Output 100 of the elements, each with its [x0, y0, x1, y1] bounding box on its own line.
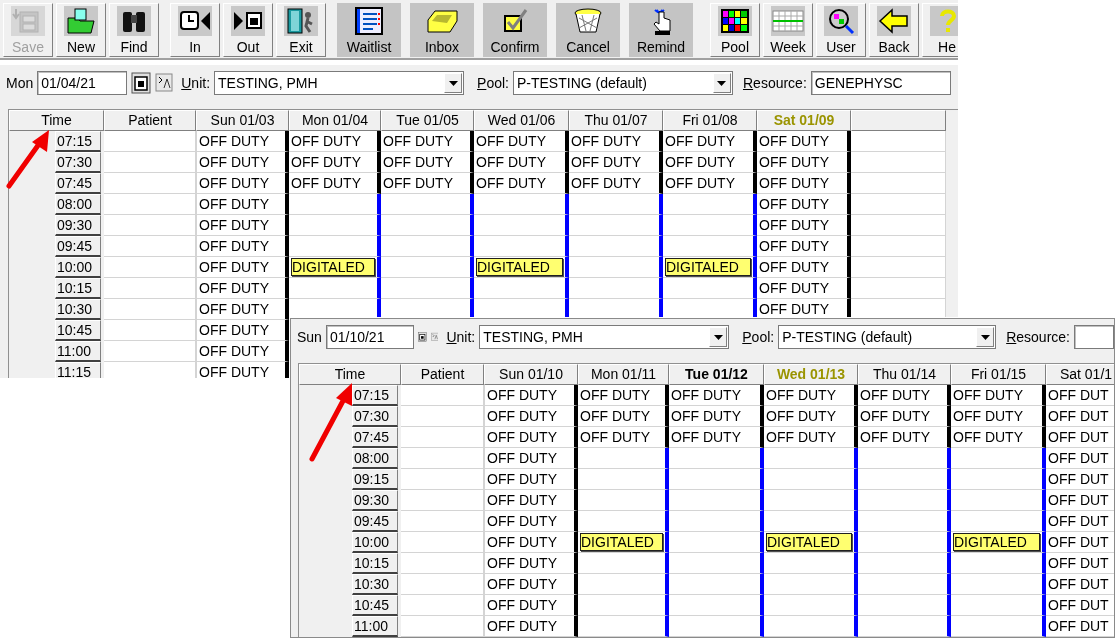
table-cell[interactable] [578, 448, 669, 469]
table-cell[interactable]: OFF DUTY [578, 385, 669, 406]
day-column-header[interactable]: Mon 01/11 [578, 364, 669, 385]
table-cell[interactable] [951, 448, 1046, 469]
table-cell[interactable] [663, 236, 757, 257]
time-label[interactable]: 10:15 [55, 278, 101, 299]
table-cell[interactable]: OFF DUTY [757, 131, 851, 152]
day-column-header[interactable]: Tue 01/05 [381, 110, 474, 131]
time-label[interactable]: 10:30 [55, 299, 101, 320]
table-cell[interactable]: OFF DUTY [196, 152, 289, 173]
patient-cell[interactable] [401, 595, 484, 616]
table-cell[interactable]: OFF DUT [1046, 406, 1114, 427]
table-cell[interactable] [858, 469, 951, 490]
table-cell[interactable] [569, 236, 663, 257]
patient-cell[interactable] [104, 278, 196, 299]
time-label[interactable]: 07:45 [55, 173, 101, 194]
time-label[interactable]: 08:00 [55, 194, 101, 215]
table-cell[interactable]: OFF DUTY [474, 152, 569, 173]
time-label[interactable]: 10:45 [352, 595, 398, 616]
time-label[interactable]: 11:00 [55, 341, 101, 362]
table-cell[interactable] [858, 532, 951, 553]
toolbar-button[interactable]: He [922, 3, 958, 57]
time-label[interactable]: 07:15 [352, 385, 398, 406]
table-cell[interactable] [474, 215, 569, 236]
table-cell[interactable] [289, 215, 381, 236]
table-cell[interactable]: OFF DUTY [484, 448, 578, 469]
toolbar-button[interactable]: Inbox [410, 3, 474, 57]
unit-dropdown[interactable]: TESTING, PMH [479, 325, 730, 349]
table-cell[interactable] [578, 574, 669, 595]
time-label[interactable]: 09:15 [352, 469, 398, 490]
appointment-block[interactable]: DIGITALED [766, 533, 852, 551]
table-cell[interactable]: OFF DUT [1046, 511, 1114, 532]
day-column-header[interactable]: Fri 01/15 [951, 364, 1046, 385]
patient-cell[interactable] [401, 532, 484, 553]
time-label[interactable]: 08:00 [352, 448, 398, 469]
table-cell[interactable]: OFF DUTY [484, 490, 578, 511]
table-cell[interactable] [381, 236, 474, 257]
table-cell[interactable]: OFF DUTY [858, 406, 951, 427]
table-cell[interactable]: OFF DUT [1046, 595, 1114, 616]
table-cell[interactable]: OFF DUTY [474, 131, 569, 152]
table-cell[interactable]: OFF DUTY [858, 385, 951, 406]
table-cell[interactable]: OFF DUTY [951, 427, 1046, 448]
table-cell[interactable] [578, 616, 669, 637]
day-column-header[interactable]: Wed 01/06 [474, 110, 569, 131]
patient-cell[interactable] [104, 131, 196, 152]
table-cell[interactable]: OFF DUTY [757, 236, 851, 257]
table-cell[interactable]: OFF DUT [1046, 427, 1114, 448]
table-cell[interactable] [951, 595, 1046, 616]
table-cell[interactable]: OFF DUTY [663, 173, 757, 194]
patient-cell[interactable] [104, 173, 196, 194]
table-cell[interactable] [951, 490, 1046, 511]
patient-cell[interactable] [104, 194, 196, 215]
time-label[interactable]: 07:30 [55, 152, 101, 173]
toolbar-button[interactable]: New [56, 3, 106, 57]
table-cell[interactable]: OFF DUTY [289, 131, 381, 152]
table-cell[interactable]: OFF DUTY [757, 152, 851, 173]
table-cell[interactable] [381, 194, 474, 215]
table-cell[interactable]: OFF DUTY [484, 574, 578, 595]
table-cell[interactable]: OFF DUTY [569, 173, 663, 194]
table-cell[interactable] [474, 194, 569, 215]
table-cell[interactable] [578, 511, 669, 532]
day-column-header[interactable]: Tue 01/12 [669, 364, 764, 385]
day-column-header[interactable]: Sun 01/03 [196, 110, 289, 131]
table-cell[interactable] [289, 236, 381, 257]
toolbar-button[interactable]: Remind [629, 3, 693, 57]
patient-cell[interactable] [401, 574, 484, 595]
date-field[interactable]: 01/10/21 [325, 325, 414, 349]
time-label[interactable]: 07:45 [352, 427, 398, 448]
day-column-header[interactable]: Thu 01/14 [858, 364, 951, 385]
patient-cell[interactable] [401, 616, 484, 637]
table-cell[interactable] [381, 215, 474, 236]
table-cell[interactable]: OFF DUTY [381, 173, 474, 194]
table-cell[interactable] [663, 194, 757, 215]
table-cell[interactable] [669, 616, 764, 637]
table-cell[interactable] [474, 236, 569, 257]
table-cell[interactable]: OFF DUTY [484, 406, 578, 427]
table-cell[interactable] [569, 278, 663, 299]
table-cell[interactable]: OFF DUTY [858, 427, 951, 448]
time-label[interactable]: 10:45 [55, 320, 101, 341]
time-label[interactable]: 11:00 [352, 616, 398, 637]
time-label[interactable]: 10:15 [352, 553, 398, 574]
table-cell[interactable]: OFF DUTY [951, 406, 1046, 427]
patient-column-header[interactable]: Patient [104, 110, 196, 131]
table-cell[interactable] [858, 511, 951, 532]
table-cell[interactable]: OFF DUT [1046, 469, 1114, 490]
table-cell[interactable] [764, 469, 858, 490]
toolbar-button[interactable]: Find [109, 3, 159, 57]
table-cell[interactable] [669, 448, 764, 469]
time-label[interactable]: 10:30 [352, 574, 398, 595]
table-cell[interactable]: OFF DUTY [196, 173, 289, 194]
time-label[interactable]: 09:45 [55, 236, 101, 257]
table-cell[interactable]: OFF DUTY [196, 194, 289, 215]
table-cell[interactable] [663, 215, 757, 236]
table-cell[interactable] [951, 616, 1046, 637]
table-cell[interactable]: OFF DUTY [196, 341, 289, 362]
table-cell[interactable] [764, 490, 858, 511]
patient-cell[interactable] [401, 406, 484, 427]
table-cell[interactable]: OFF DUTY [951, 385, 1046, 406]
patient-cell[interactable] [104, 341, 196, 362]
table-cell[interactable] [669, 469, 764, 490]
